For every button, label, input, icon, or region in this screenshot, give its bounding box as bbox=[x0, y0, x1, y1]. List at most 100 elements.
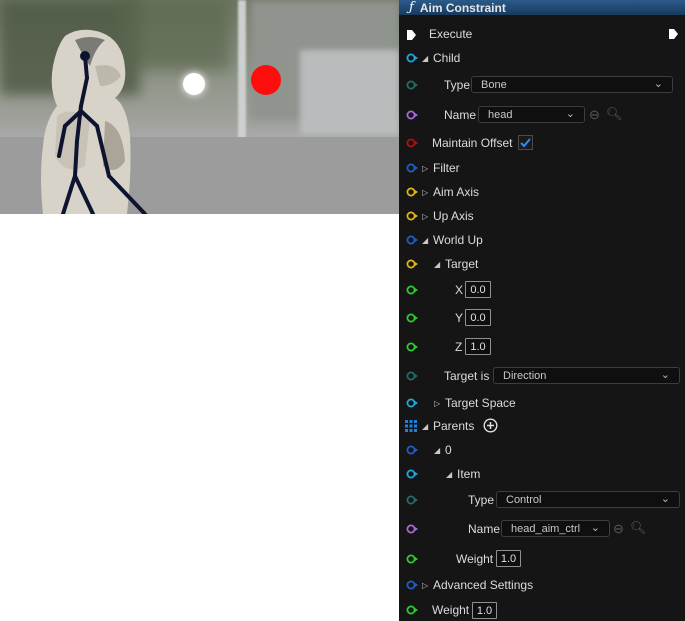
struct-pin-icon[interactable] bbox=[406, 398, 418, 408]
browse-search-icon[interactable]: 🔍︎ bbox=[606, 106, 623, 122]
viewport[interactable] bbox=[0, 0, 399, 214]
node-title-bar[interactable]: ƒ Aim Constraint bbox=[399, 0, 685, 15]
expand-triangle-icon[interactable]: ▷ bbox=[422, 164, 430, 173]
weight-field[interactable]: 1.0 bbox=[472, 602, 497, 619]
parents-label: Parents bbox=[433, 419, 475, 433]
z-label: Z bbox=[455, 340, 463, 354]
exec-out-pin-icon[interactable] bbox=[668, 28, 679, 43]
float-pin-icon[interactable] bbox=[406, 554, 418, 564]
row-aim-axis[interactable]: ▷ Aim Axis bbox=[399, 182, 685, 202]
up-axis-label: Up Axis bbox=[433, 209, 474, 223]
target-is-dropdown[interactable]: Direction ⌄ bbox=[493, 367, 680, 384]
target-is-value: Direction bbox=[503, 369, 547, 382]
vector-pin-icon[interactable] bbox=[406, 211, 418, 221]
child-name-label: Name bbox=[444, 108, 477, 122]
row-item-type: Type Control ⌄ bbox=[399, 490, 685, 510]
control-sphere-white[interactable] bbox=[183, 73, 205, 95]
row-execute: Execute bbox=[399, 24, 685, 44]
float-pin-icon[interactable] bbox=[406, 342, 418, 352]
maintain-offset-checkbox[interactable] bbox=[518, 135, 533, 150]
vector-pin-icon[interactable] bbox=[406, 187, 418, 197]
child-type-dropdown[interactable]: Bone ⌄ bbox=[471, 76, 673, 93]
row-parents[interactable]: ◢ Parents bbox=[399, 416, 685, 436]
collapse-triangle-icon[interactable]: ◢ bbox=[422, 422, 430, 431]
float-pin-icon[interactable] bbox=[406, 285, 418, 295]
row-item[interactable]: ◢ Item bbox=[399, 464, 685, 484]
row-world-up[interactable]: ◢ World Up bbox=[399, 230, 685, 250]
mannequin-character[interactable] bbox=[35, 26, 160, 214]
aim-target-sphere-red[interactable] bbox=[251, 65, 281, 95]
enum-pin-icon[interactable] bbox=[406, 371, 418, 381]
enum-pin-icon[interactable] bbox=[406, 495, 418, 505]
item-label: Item bbox=[457, 467, 481, 481]
struct-pin-icon[interactable] bbox=[406, 235, 418, 245]
chevron-down-icon: ⌄ bbox=[590, 522, 600, 534]
item-name-value: head_aim_ctrl bbox=[511, 522, 581, 535]
item-weight-field[interactable]: 1.0 bbox=[496, 550, 521, 567]
y-label: Y bbox=[455, 311, 464, 325]
browse-search-icon[interactable]: 🔍︎ bbox=[630, 520, 647, 536]
struct-pin-icon[interactable] bbox=[406, 53, 418, 63]
row-target[interactable]: ◢ Target bbox=[399, 254, 685, 274]
aim-axis-label: Aim Axis bbox=[433, 185, 480, 199]
filter-label: Filter bbox=[433, 161, 460, 175]
aim-constraint-node-panel: ƒ Aim Constraint Execute ◢ Child Type Bo… bbox=[399, 0, 685, 621]
item-name-dropdown[interactable]: head_aim_ctrl ⌄ bbox=[501, 520, 610, 537]
struct-pin-icon[interactable] bbox=[406, 163, 418, 173]
function-icon: ƒ bbox=[409, 0, 414, 15]
execute-label: Execute bbox=[429, 27, 473, 41]
add-element-icon[interactable] bbox=[483, 418, 498, 436]
name-pin-icon[interactable] bbox=[406, 110, 418, 120]
row-advanced-settings[interactable]: ▷ Advanced Settings bbox=[399, 575, 685, 595]
float-pin-icon[interactable] bbox=[406, 605, 418, 615]
row-child-name: Name head ⌄ ⊖ 🔍︎ bbox=[399, 105, 685, 125]
child-name-dropdown[interactable]: head ⌄ bbox=[478, 106, 585, 123]
expand-triangle-icon[interactable]: ▷ bbox=[422, 581, 430, 590]
expand-triangle-icon[interactable]: ▷ bbox=[422, 212, 430, 221]
struct-pin-icon[interactable] bbox=[406, 445, 418, 455]
chevron-down-icon: ⌄ bbox=[565, 108, 575, 120]
item-type-label: Type bbox=[468, 493, 495, 507]
expand-triangle-icon[interactable]: ▷ bbox=[434, 399, 442, 408]
weight-label: Weight bbox=[432, 603, 470, 617]
z-value-field[interactable]: 1.0 bbox=[465, 338, 491, 355]
x-value-field[interactable]: 0.0 bbox=[465, 281, 491, 298]
collapse-triangle-icon[interactable]: ◢ bbox=[434, 260, 442, 269]
row-target-space[interactable]: ▷ Target Space bbox=[399, 393, 685, 413]
collapse-triangle-icon[interactable]: ◢ bbox=[422, 236, 430, 245]
background-pole bbox=[238, 0, 246, 140]
row-target-z: Z 1.0 bbox=[399, 337, 685, 357]
row-parents-index-0[interactable]: ◢ 0 bbox=[399, 440, 685, 460]
row-child[interactable]: ◢ Child bbox=[399, 48, 685, 68]
vector-pin-icon[interactable] bbox=[406, 259, 418, 269]
bool-pin-icon[interactable] bbox=[406, 138, 418, 148]
chevron-down-icon: ⌄ bbox=[660, 369, 670, 381]
y-value-field[interactable]: 0.0 bbox=[465, 309, 491, 326]
chevron-down-icon: ⌄ bbox=[660, 493, 670, 505]
world-up-label: World Up bbox=[433, 233, 483, 247]
enum-pin-icon[interactable] bbox=[406, 80, 418, 90]
use-selected-arrow-icon[interactable]: ⊖ bbox=[613, 521, 624, 537]
use-selected-arrow-icon[interactable]: ⊖ bbox=[589, 107, 600, 123]
x-label: X bbox=[455, 283, 464, 297]
struct-pin-icon[interactable] bbox=[406, 580, 418, 590]
item-type-value: Control bbox=[506, 493, 542, 506]
name-pin-icon[interactable] bbox=[406, 524, 418, 534]
float-pin-icon[interactable] bbox=[406, 313, 418, 323]
row-up-axis[interactable]: ▷ Up Axis bbox=[399, 206, 685, 226]
target-space-label: Target Space bbox=[445, 396, 516, 410]
struct-pin-icon[interactable] bbox=[406, 469, 418, 479]
expand-triangle-icon[interactable]: ▷ bbox=[422, 188, 430, 197]
item-type-dropdown[interactable]: Control ⌄ bbox=[496, 491, 680, 508]
node-title: Aim Constraint bbox=[419, 0, 506, 15]
row-item-weight: Weight 1.0 bbox=[399, 549, 685, 569]
row-child-type: Type Bone ⌄ bbox=[399, 75, 685, 95]
exec-pin-icon[interactable] bbox=[406, 29, 416, 40]
array-pin-icon[interactable] bbox=[405, 420, 417, 432]
chevron-down-icon: ⌄ bbox=[653, 78, 663, 90]
collapse-triangle-icon[interactable]: ◢ bbox=[446, 470, 454, 479]
target-label: Target bbox=[445, 257, 479, 271]
collapse-triangle-icon[interactable]: ◢ bbox=[422, 54, 430, 63]
row-filter[interactable]: ▷ Filter bbox=[399, 158, 685, 178]
collapse-triangle-icon[interactable]: ◢ bbox=[434, 446, 442, 455]
